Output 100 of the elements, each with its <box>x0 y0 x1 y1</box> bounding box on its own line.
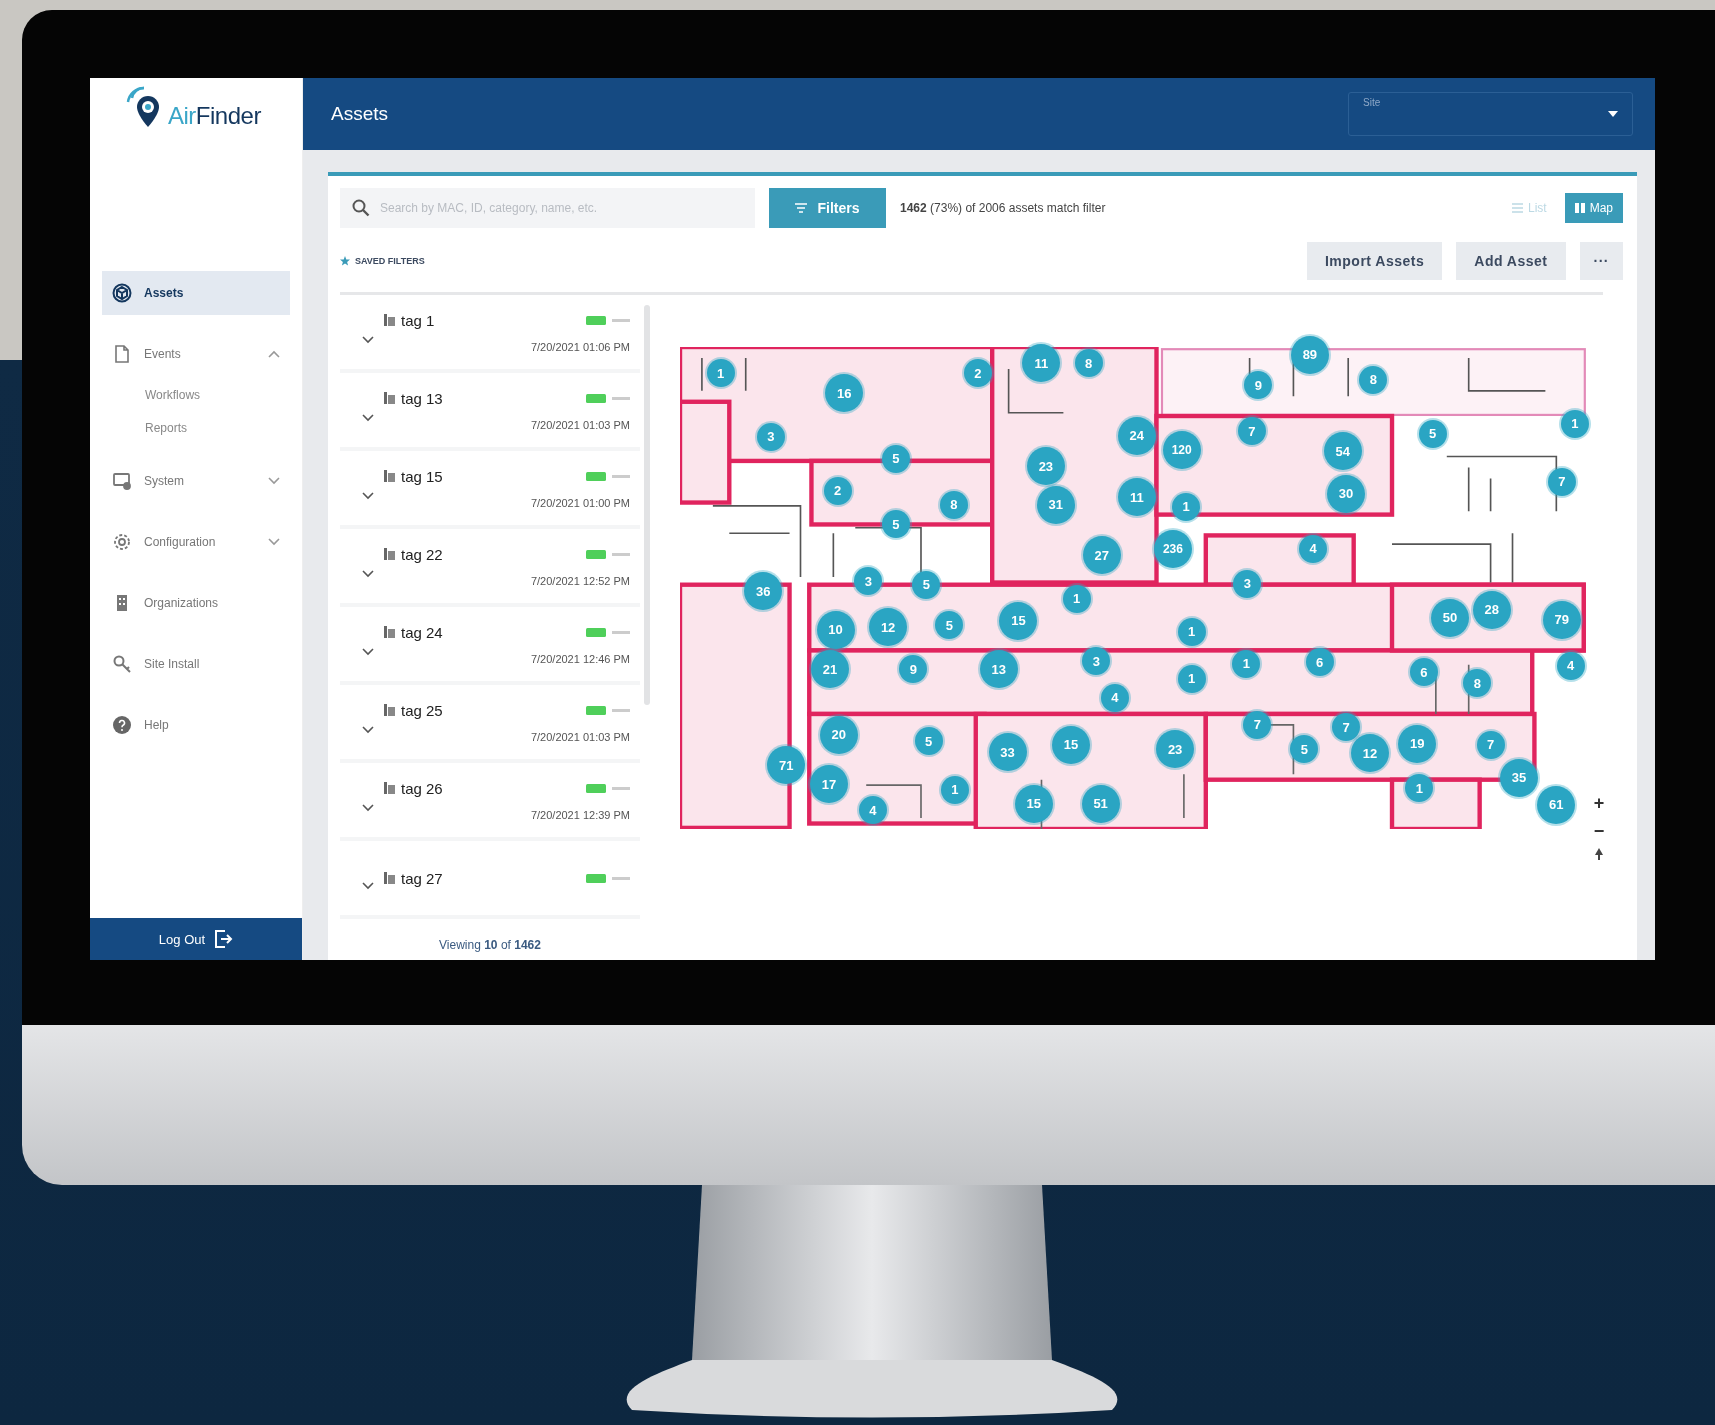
tag-icon <box>384 548 395 560</box>
tag-row[interactable]: tag 1 7/20/2021 01:06 PM <box>340 295 640 373</box>
signal-icon <box>612 630 630 634</box>
tag-name: tag 1 <box>401 311 435 329</box>
asset-cluster-marker[interactable]: 4 <box>1556 651 1585 680</box>
tag-name: tag 13 <box>401 389 443 407</box>
star-icon <box>340 256 350 266</box>
nav-item[interactable]: System <box>102 459 290 503</box>
tag-row[interactable]: tag 22 7/20/2021 12:52 PM <box>340 529 640 607</box>
tag-icon <box>384 314 395 326</box>
filter-icon <box>795 203 808 213</box>
asset-cluster-marker[interactable]: 236 <box>1153 529 1192 568</box>
logout-button[interactable]: Log Out <box>90 918 302 960</box>
asset-cluster-marker[interactable]: 7 <box>1547 467 1576 496</box>
battery-icon <box>586 315 606 325</box>
search-icon <box>352 199 370 217</box>
tag-name: tag 22 <box>401 545 443 563</box>
asset-cluster-marker[interactable]: 89 <box>1290 335 1329 374</box>
tag-icon <box>384 872 395 884</box>
chevron-down-icon <box>362 804 374 812</box>
tag-icon <box>384 470 395 482</box>
tag-timestamp: 7/20/2021 12:46 PM <box>530 652 630 665</box>
battery-icon <box>586 627 606 637</box>
nav-item[interactable]: Organizations <box>102 581 290 625</box>
chevron-down-icon <box>362 726 374 734</box>
help-icon <box>112 715 132 735</box>
nav-item[interactable]: Help <box>102 703 290 747</box>
site-dropdown[interactable]: Site <box>1348 92 1633 136</box>
monitor-icon <box>112 471 132 491</box>
tag-name: tag 25 <box>401 701 443 719</box>
signal-icon <box>612 552 630 556</box>
battery-icon <box>586 393 606 403</box>
tag-timestamp: 7/20/2021 01:06 PM <box>530 340 630 353</box>
scrollbar[interactable] <box>644 305 650 705</box>
battery-icon <box>586 783 606 793</box>
gear-icon <box>112 532 132 552</box>
tag-timestamp: 7/20/2021 01:03 PM <box>530 730 630 743</box>
saved-filters-link[interactable]: SAVED FILTERS <box>340 256 425 266</box>
action-button[interactable]: Import Assets <box>1306 242 1443 280</box>
battery-icon <box>586 549 606 559</box>
chevron-down-icon <box>362 570 374 578</box>
tag-timestamp: 7/20/2021 12:52 PM <box>530 574 630 587</box>
columns-icon <box>1574 203 1585 213</box>
nav-item[interactable]: Events <box>102 332 290 376</box>
tag-timestamp: 7/20/2021 01:00 PM <box>530 496 630 509</box>
signal-icon <box>612 396 630 400</box>
filters-button[interactable]: Filters <box>769 188 886 228</box>
caret-icon <box>1608 111 1618 117</box>
asset-cluster-marker[interactable]: 3 <box>854 567 883 596</box>
signal-icon <box>612 474 630 478</box>
asset-cluster-marker[interactable]: 5 <box>1418 419 1447 448</box>
tag-name: tag 27 <box>401 869 443 887</box>
battery-icon <box>586 705 606 715</box>
viewing-count: Viewing 10 of 1462 <box>439 937 541 954</box>
tag-name: tag 15 <box>401 467 443 485</box>
chevron-down-icon <box>362 648 374 656</box>
tag-row[interactable]: tag 13 7/20/2021 01:03 PM <box>340 373 640 451</box>
battery-icon <box>586 873 606 883</box>
signal-icon <box>612 786 630 790</box>
view-toggle-tab[interactable]: List <box>1501 193 1557 223</box>
tag-row[interactable]: tag 26 7/20/2021 12:39 PM <box>340 763 640 841</box>
tag-name: tag 24 <box>401 623 443 641</box>
north-arrow-icon[interactable] <box>1595 848 1603 860</box>
signal-icon <box>612 318 630 322</box>
tag-name: tag 26 <box>401 779 443 797</box>
action-button[interactable]: Add Asset <box>1456 242 1566 280</box>
asset-cluster-marker[interactable]: 5 <box>912 570 941 599</box>
search-field[interactable]: Search by MAC, ID, category, name, etc. <box>340 188 755 228</box>
zoom-out-button[interactable]: − <box>1591 820 1607 842</box>
nav-subitem[interactable]: Reports <box>90 412 302 445</box>
zoom-in-button[interactable]: + <box>1591 792 1607 814</box>
signal-icon <box>612 876 630 880</box>
nav-subitem[interactable]: Workflows <box>90 379 302 412</box>
logout-icon <box>213 928 234 950</box>
tag-icon <box>384 782 395 794</box>
tag-row[interactable]: tag 15 7/20/2021 01:00 PM <box>340 451 640 529</box>
tag-row[interactable]: tag 25 7/20/2021 01:03 PM <box>340 685 640 763</box>
cube-icon <box>112 283 132 303</box>
page-title: Assets <box>331 103 389 125</box>
view-toggle-tab[interactable]: Map <box>1564 193 1623 223</box>
chevron-down-icon <box>362 492 374 500</box>
document-icon <box>112 344 132 364</box>
more-button[interactable]: ··· <box>1579 242 1623 280</box>
match-summary: 1462 (73%) of 2006 assets match filter <box>900 201 1107 215</box>
tag-timestamp: 7/20/2021 01:03 PM <box>530 418 630 431</box>
battery-icon <box>586 471 606 481</box>
tag-icon <box>384 704 395 716</box>
signal-icon <box>612 708 630 712</box>
chevron-down-icon <box>362 414 374 422</box>
nav-item[interactable]: Configuration <box>102 520 290 564</box>
tag-icon <box>384 626 395 638</box>
asset-cluster-marker[interactable]: 36 <box>744 572 783 611</box>
asset-cluster-marker[interactable]: 61 <box>1537 785 1576 824</box>
asset-cluster-marker[interactable]: 71 <box>767 746 806 785</box>
tag-row[interactable]: tag 27 <box>340 841 640 919</box>
nav-item[interactable]: Site Install <box>102 642 290 686</box>
tag-timestamp: 7/20/2021 12:39 PM <box>530 808 630 821</box>
tag-row[interactable]: tag 24 7/20/2021 12:46 PM <box>340 607 640 685</box>
chevron-down-icon <box>362 336 374 344</box>
nav-item[interactable]: Assets <box>102 271 290 315</box>
